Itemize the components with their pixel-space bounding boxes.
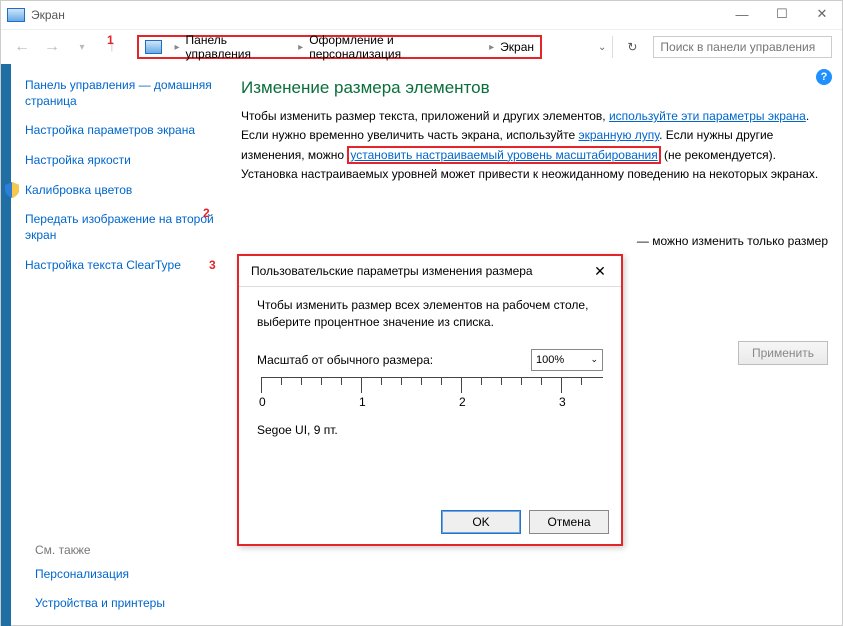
shield-icon — [5, 182, 19, 198]
sidebar-item-display-settings[interactable]: Настройка параметров экрана — [25, 123, 225, 139]
custom-scaling-dialog: Пользовательские параметры изменения раз… — [237, 254, 623, 546]
body-text: изменения, можно установить настраиваемы… — [241, 147, 828, 164]
body-text: Установка настраиваемых уровней может пр… — [241, 166, 828, 183]
magnifier-link[interactable]: экранную лупу — [579, 128, 660, 142]
refresh-button[interactable]: ↻ — [612, 36, 643, 58]
search-input[interactable] — [653, 36, 832, 58]
callout-3: 3 — [209, 258, 216, 272]
callout-1: 1 — [107, 33, 114, 47]
body-text: Чтобы изменить размер текста, приложений… — [241, 108, 828, 125]
ruler[interactable]: 0 1 2 3 — [257, 377, 603, 413]
scale-combobox[interactable]: 100% ⌄ — [531, 349, 603, 371]
partial-text: — можно изменить только размер — [637, 234, 828, 248]
dialog-title: Пользовательские параметры изменения раз… — [251, 264, 533, 278]
scale-value: 100% — [536, 354, 564, 366]
breadcrumb-item[interactable]: Экран — [500, 40, 534, 54]
close-button[interactable]: ✕ — [802, 1, 842, 27]
page-title: Изменение размера элементов — [241, 78, 828, 98]
display-icon — [7, 8, 25, 22]
see-also-heading: См. также — [35, 543, 165, 557]
taskbar-edge — [1, 64, 11, 626]
forward-button[interactable]: → — [41, 36, 63, 58]
scale-label: Масштаб от обычного размера: — [257, 353, 433, 367]
chevron-right-icon[interactable]: ▸ — [174, 42, 179, 53]
ok-button[interactable]: OK — [441, 510, 521, 534]
recent-locations-button[interactable]: ▾ — [71, 36, 93, 58]
sidebar-item-color-calibration[interactable]: Калибровка цветов — [5, 182, 225, 198]
sidebar-home-link[interactable]: Панель управления — домашняя страница — [25, 78, 225, 109]
dialog-close-button[interactable]: ✕ — [587, 260, 613, 282]
custom-scaling-link[interactable]: установить настраиваемый уровень масштаб… — [347, 146, 660, 164]
callout-2: 2 — [203, 206, 210, 220]
window-title: Экран — [31, 8, 65, 22]
chevron-down-icon: ⌄ — [590, 354, 598, 365]
sidebar-item-brightness[interactable]: Настройка яркости — [25, 153, 225, 169]
back-button[interactable]: ← — [11, 36, 33, 58]
title-bar: Экран — ☐ ✕ — [1, 1, 842, 30]
see-also-personalization[interactable]: Персонализация — [35, 567, 165, 583]
address-dropdown-button[interactable]: ⌄ — [598, 42, 606, 53]
minimize-button[interactable]: — — [722, 1, 762, 27]
font-sample: Segoe UI, 9 пт. — [257, 423, 603, 437]
chevron-right-icon[interactable]: ▸ — [298, 42, 303, 53]
see-also-devices-printers[interactable]: Устройства и принтеры — [35, 596, 165, 612]
display-settings-link[interactable]: используйте эти параметры экрана — [609, 109, 806, 123]
display-icon — [145, 40, 162, 54]
maximize-button[interactable]: ☐ — [762, 1, 802, 27]
address-bar[interactable]: ▸ Панель управления ▸ Оформление и персо… — [137, 35, 542, 59]
body-text: Если нужно временно увеличить часть экра… — [241, 127, 828, 144]
chevron-right-icon[interactable]: ▸ — [489, 42, 494, 53]
breadcrumb-item[interactable]: Панель управления — [186, 33, 293, 61]
cancel-button[interactable]: Отмена — [529, 510, 609, 534]
sidebar-item-project[interactable]: Передать изображение на второй экран — [25, 212, 225, 243]
breadcrumb-item[interactable]: Оформление и персонализация — [309, 33, 483, 61]
sidebar-item-label: Калибровка цветов — [25, 183, 132, 199]
dialog-text: Чтобы изменить размер всех элементов на … — [257, 297, 603, 331]
navigation-bar: ← → ▾ ↑ ▸ Панель управления ▸ Оформление… — [1, 30, 842, 64]
sidebar-item-cleartype[interactable]: Настройка текста ClearType — [25, 258, 225, 274]
apply-button[interactable]: Применить — [738, 341, 828, 365]
